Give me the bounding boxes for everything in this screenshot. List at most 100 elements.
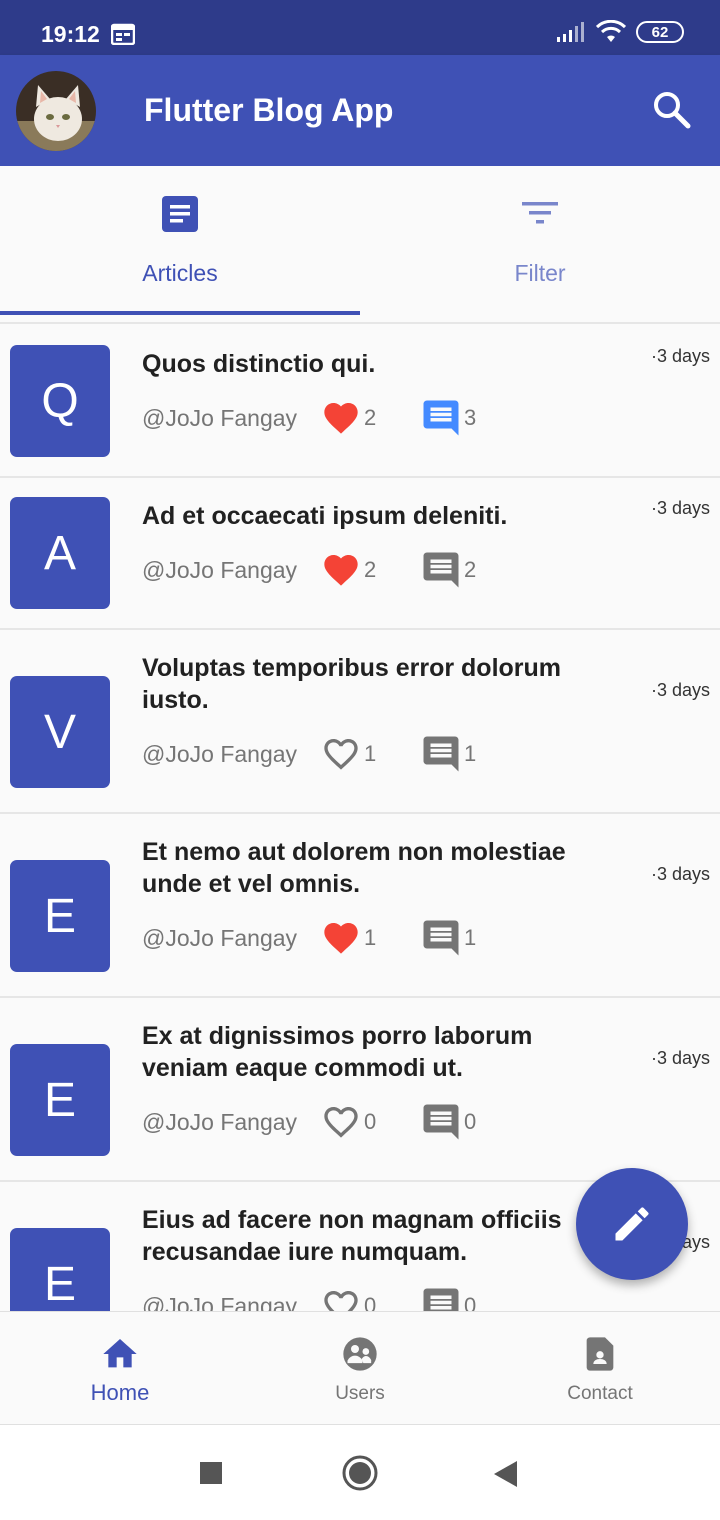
nav-home-label: Home bbox=[90, 1380, 150, 1405]
article-icon bbox=[162, 196, 198, 232]
comment-icon bbox=[423, 552, 459, 588]
list-item[interactable]: Q Quos distinctio qui. ·3 days @JoJo Fan… bbox=[0, 326, 720, 478]
comment-button[interactable]: 3 bbox=[420, 397, 476, 439]
like-button[interactable]: 0 bbox=[320, 1286, 420, 1311]
signal-icon bbox=[557, 22, 584, 42]
comment-button[interactable]: 0 bbox=[420, 1285, 476, 1311]
post-author[interactable]: @JoJo Fangay bbox=[142, 1293, 320, 1312]
post-author[interactable]: @JoJo Fangay bbox=[142, 741, 320, 768]
post-title: Eius ad facere non magnam officiis recus… bbox=[142, 1206, 562, 1266]
calendar-icon bbox=[111, 23, 135, 45]
avatar[interactable] bbox=[16, 71, 96, 151]
post-author[interactable]: @JoJo Fangay bbox=[142, 1109, 320, 1136]
heart-filled-icon bbox=[324, 403, 358, 434]
like-button[interactable]: 1 bbox=[320, 734, 420, 774]
post-letter-avatar: A bbox=[10, 497, 110, 609]
like-button[interactable]: 2 bbox=[320, 398, 420, 438]
like-count: 0 bbox=[364, 1293, 377, 1311]
comment-icon bbox=[423, 1288, 459, 1311]
like-count: 2 bbox=[364, 405, 377, 430]
comment-icon bbox=[423, 920, 459, 956]
heart-outline-icon bbox=[324, 1291, 358, 1311]
status-time: 19:12 bbox=[41, 21, 100, 47]
comment-icon bbox=[423, 736, 459, 772]
system-nav-bar bbox=[0, 1425, 720, 1520]
post-author[interactable]: @JoJo Fangay bbox=[142, 925, 320, 952]
bottom-nav: Home Users Contact bbox=[0, 1311, 720, 1425]
home-system-icon[interactable] bbox=[341, 1454, 379, 1492]
new-post-fab[interactable] bbox=[576, 1168, 688, 1280]
nav-users-label: Users bbox=[335, 1383, 385, 1404]
post-author[interactable]: @JoJo Fangay bbox=[142, 405, 320, 432]
tab-filter[interactable]: Filter bbox=[360, 166, 720, 316]
post-time: ·3 days bbox=[650, 498, 710, 518]
pencil-icon bbox=[615, 1207, 649, 1241]
post-meta: @JoJo Fangay 1 1 bbox=[142, 732, 476, 776]
nav-contact-label: Contact bbox=[567, 1383, 633, 1404]
post-meta: @JoJo Fangay 2 3 bbox=[142, 396, 476, 440]
like-button[interactable]: 2 bbox=[320, 550, 420, 590]
comment-count: 0 bbox=[464, 1293, 477, 1311]
like-button[interactable]: 1 bbox=[320, 918, 420, 958]
comment-button[interactable]: 2 bbox=[420, 549, 476, 591]
like-count: 0 bbox=[364, 1109, 377, 1134]
status-bar: 19:12 62 bbox=[0, 0, 720, 55]
heart-outline-icon bbox=[324, 1107, 358, 1138]
post-meta: @JoJo Fangay 0 0 bbox=[142, 1284, 476, 1311]
wifi-icon bbox=[596, 20, 626, 42]
post-time: ·3 days bbox=[650, 1048, 710, 1068]
tab-articles-label: Articles bbox=[142, 260, 218, 286]
tab-indicator bbox=[0, 311, 360, 315]
post-title: Quos distinctio qui. bbox=[142, 350, 376, 378]
comment-count: 0 bbox=[464, 1109, 477, 1134]
comment-button[interactable]: 1 bbox=[420, 733, 476, 775]
post-time: ·3 days bbox=[650, 346, 710, 366]
comment-icon bbox=[423, 400, 459, 436]
battery-indicator: 62 bbox=[636, 21, 684, 43]
post-meta: @JoJo Fangay 1 1 bbox=[142, 916, 476, 960]
post-time: ·3 days bbox=[650, 680, 710, 700]
nav-contact[interactable]: Contact bbox=[480, 1312, 720, 1426]
post-meta: @JoJo Fangay 0 0 bbox=[142, 1100, 476, 1144]
post-letter-avatar: Q bbox=[10, 345, 110, 457]
app-title: Flutter Blog App bbox=[144, 92, 394, 128]
comment-count: 2 bbox=[464, 557, 477, 582]
list-item[interactable]: E Et nemo aut dolorem non molestiae unde… bbox=[0, 814, 720, 998]
heart-filled-icon bbox=[324, 923, 358, 954]
list-item[interactable]: V Voluptas temporibus error dolorum iust… bbox=[0, 630, 720, 814]
like-count: 2 bbox=[364, 557, 377, 582]
post-letter-avatar: E bbox=[10, 1044, 110, 1156]
tab-articles[interactable]: Articles bbox=[0, 166, 360, 316]
list-item[interactable]: E Ex at dignissimos porro laborum veniam… bbox=[0, 998, 720, 1182]
tab-filter-label: Filter bbox=[514, 260, 566, 286]
post-letter-avatar: V bbox=[10, 676, 110, 788]
app-bar: Flutter Blog App bbox=[0, 55, 720, 166]
comment-button[interactable]: 0 bbox=[420, 1101, 476, 1143]
post-title: Ex at dignissimos porro laborum veniam e… bbox=[142, 1022, 533, 1082]
post-author[interactable]: @JoJo Fangay bbox=[142, 557, 320, 584]
post-meta: @JoJo Fangay 2 2 bbox=[142, 548, 476, 592]
back-icon[interactable] bbox=[493, 1460, 519, 1488]
nav-home[interactable]: Home bbox=[0, 1312, 240, 1426]
heart-outline-icon bbox=[324, 739, 358, 770]
post-title: Et nemo aut dolorem non molestiae unde e… bbox=[142, 838, 566, 898]
nav-users[interactable]: Users bbox=[240, 1312, 480, 1426]
list-item[interactable]: A Ad et occaecati ipsum deleniti. ·3 day… bbox=[0, 478, 720, 630]
like-count: 1 bbox=[364, 925, 377, 950]
article-list[interactable]: Q Quos distinctio qui. ·3 days @JoJo Fan… bbox=[0, 326, 720, 1311]
comment-button[interactable]: 1 bbox=[420, 917, 476, 959]
like-button[interactable]: 0 bbox=[320, 1102, 420, 1142]
comment-count: 1 bbox=[464, 741, 477, 766]
like-count: 1 bbox=[364, 741, 377, 766]
comment-count: 3 bbox=[464, 405, 477, 430]
search-button[interactable] bbox=[650, 88, 694, 132]
comment-icon bbox=[423, 1104, 459, 1140]
home-icon bbox=[103, 1339, 137, 1368]
tab-bar: Articles Filter bbox=[0, 166, 720, 324]
recents-icon[interactable] bbox=[199, 1461, 223, 1485]
post-title: Ad et occaecati ipsum deleniti. bbox=[142, 502, 508, 530]
filter-icon bbox=[522, 202, 558, 224]
post-letter-avatar: E bbox=[10, 860, 110, 972]
post-time: ·3 days bbox=[650, 864, 710, 884]
post-title: Voluptas temporibus error dolorum iusto. bbox=[142, 654, 562, 714]
